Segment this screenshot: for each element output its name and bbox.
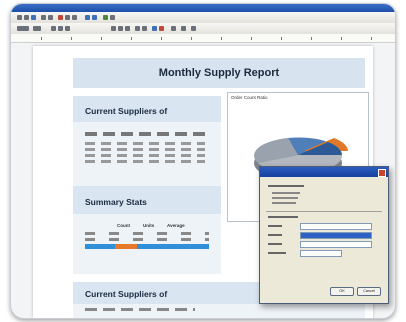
align-left-icon[interactable]: [111, 26, 116, 31]
italic-icon[interactable]: [58, 26, 63, 31]
pie-chart-title: Order Count Ratio: [231, 95, 268, 100]
title-bar: [11, 4, 395, 12]
table-icon[interactable]: [110, 15, 115, 20]
underline-icon[interactable]: [65, 26, 70, 31]
highlight-icon[interactable]: [152, 26, 157, 31]
table-cell-highlight: [115, 244, 137, 249]
font-size-select[interactable]: [33, 26, 41, 31]
application-window: Monthly Supply Report Current Suppliers …: [10, 3, 396, 319]
dialog-field[interactable]: [300, 241, 372, 248]
dialog-label: [268, 185, 304, 187]
table-row: [85, 238, 209, 241]
font-select[interactable]: [17, 26, 29, 31]
table-row-highlight: [85, 244, 115, 249]
copy-icon[interactable]: [65, 15, 70, 20]
align-right-icon[interactable]: [125, 26, 130, 31]
indent-icon[interactable]: [181, 26, 186, 31]
summary-col-count: Count: [117, 223, 130, 228]
dialog-option: [272, 192, 300, 194]
table-row: [85, 160, 205, 163]
dialog-option: [272, 197, 298, 199]
dialog-label: [268, 216, 298, 218]
paste-icon[interactable]: [72, 15, 77, 20]
table-row: [85, 154, 205, 157]
bullets-icon[interactable]: [135, 26, 140, 31]
dialog-label: [268, 252, 286, 254]
cut-icon[interactable]: [58, 15, 63, 20]
cancel-button[interactable]: Cancel: [357, 287, 381, 296]
suppliers-heading-2: Current Suppliers of: [85, 289, 168, 299]
dialog-field[interactable]: [300, 223, 372, 230]
font-color-icon[interactable]: [159, 26, 164, 31]
report-title: Monthly Supply Report: [73, 58, 365, 88]
dialog-field-selected[interactable]: [300, 232, 372, 239]
suppliers-table-header: [85, 132, 205, 136]
ruler: [11, 34, 395, 43]
redo-icon[interactable]: [92, 15, 97, 20]
dialog-divider: [266, 211, 382, 212]
dialog-label: [268, 243, 282, 245]
table-row: [85, 308, 195, 311]
close-icon[interactable]: [378, 169, 386, 177]
save-icon[interactable]: [31, 15, 36, 20]
preview-icon[interactable]: [48, 15, 53, 20]
properties-dialog[interactable]: OK Cancel: [259, 166, 389, 304]
dialog-label: [268, 225, 282, 227]
dialog-option: [272, 202, 296, 204]
numbering-icon[interactable]: [142, 26, 147, 31]
summary-col-units: Units: [143, 223, 155, 228]
outdent-icon[interactable]: [191, 26, 196, 31]
suppliers-heading: Current Suppliers of: [85, 106, 168, 116]
align-center-icon[interactable]: [118, 26, 123, 31]
border-icon[interactable]: [171, 26, 176, 31]
table-row: [85, 232, 209, 235]
dialog-label: [268, 234, 282, 236]
new-icon[interactable]: [17, 15, 22, 20]
table-row: [85, 142, 205, 145]
undo-icon[interactable]: [85, 15, 90, 20]
print-icon[interactable]: [41, 15, 46, 20]
table-row: [85, 148, 205, 151]
bold-icon[interactable]: [51, 26, 56, 31]
dialog-title-bar[interactable]: [260, 167, 388, 177]
summary-heading: Summary Stats: [85, 197, 147, 207]
table-row-highlight: [137, 244, 209, 249]
summary-col-average: Average: [167, 223, 185, 228]
open-icon[interactable]: [24, 15, 29, 20]
ok-button[interactable]: OK: [330, 287, 354, 296]
chart-icon[interactable]: [103, 15, 108, 20]
dialog-field[interactable]: [300, 250, 342, 257]
